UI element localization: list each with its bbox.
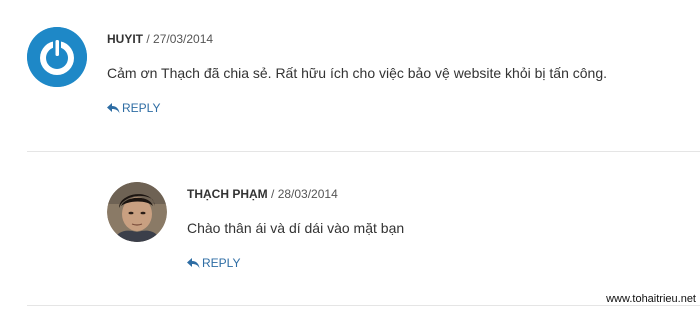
avatar bbox=[27, 27, 87, 87]
comment-date: 27/03/2014 bbox=[153, 32, 214, 46]
reply-arrow-icon bbox=[107, 102, 120, 113]
power-logo-icon bbox=[27, 27, 87, 87]
meta-separator: / bbox=[143, 32, 154, 46]
meta-separator: / bbox=[267, 187, 278, 201]
comment-meta: THẠCH PHẠM / 28/03/2014 bbox=[187, 187, 338, 201]
reply-label: REPLY bbox=[202, 256, 241, 270]
user-photo bbox=[107, 182, 167, 242]
comment-2: THẠCH PHẠM / 28/03/2014 Chào thân ái và … bbox=[0, 152, 700, 302]
reply-arrow-icon bbox=[187, 257, 200, 268]
avatar bbox=[107, 182, 167, 242]
comment-author: HUYIT bbox=[107, 32, 143, 46]
comment-text: Chào thân ái và dí dái vào mặt bạn bbox=[187, 220, 405, 236]
site-watermark: www.tohaitrieu.net bbox=[606, 293, 696, 305]
comment-author: THẠCH PHẠM bbox=[187, 187, 268, 201]
comment-date: 28/03/2014 bbox=[277, 187, 338, 201]
reply-label: REPLY bbox=[122, 101, 161, 115]
comment-text: Cảm ơn Thạch đã chia sẻ. Rất hữu ích cho… bbox=[107, 65, 608, 81]
comment-1: HUYIT / 27/03/2014 Cảm ơn Thạch đã chia … bbox=[0, 0, 700, 150]
comment-divider bbox=[27, 305, 700, 306]
reply-button[interactable]: REPLY bbox=[107, 101, 160, 115]
reply-button[interactable]: REPLY bbox=[187, 256, 240, 270]
comment-meta: HUYIT / 27/03/2014 bbox=[107, 32, 213, 46]
